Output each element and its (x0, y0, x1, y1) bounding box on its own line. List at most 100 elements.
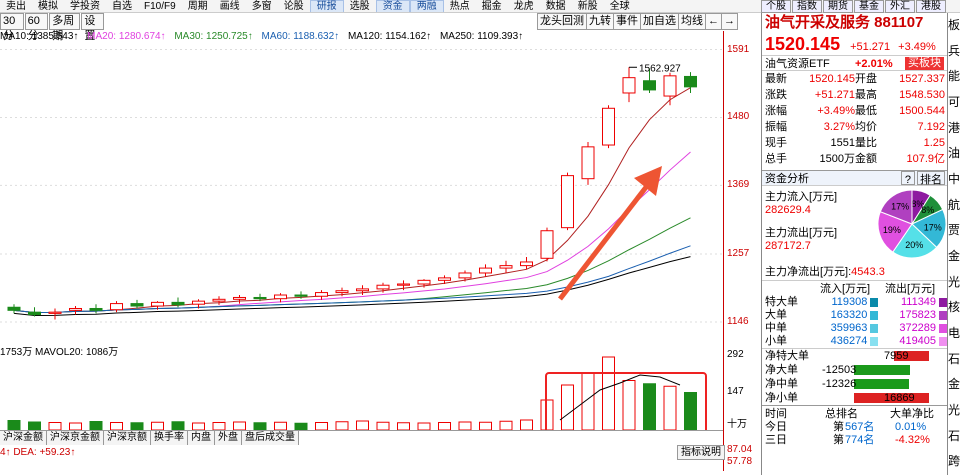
flow-out: 372289 (899, 322, 937, 334)
flow-key: 小单 (765, 335, 787, 347)
sector-link[interactable]: 光 (948, 270, 960, 296)
sector-link[interactable]: 跨 (948, 449, 960, 475)
market-tab[interactable]: 个股 (761, 0, 791, 13)
flow-out: 419405 (899, 335, 937, 347)
quote-key: 最新 (765, 73, 787, 85)
etf-name[interactable]: 油气资源ETF (765, 56, 855, 70)
candle-body (233, 296, 246, 300)
mavol-line (559, 374, 681, 421)
sector-link[interactable]: 贾 (948, 218, 960, 244)
fund-pie: 8%8%17%20%19%17% (877, 189, 947, 259)
market-tab[interactable]: 期货 (823, 0, 853, 13)
quote-value: 107.9亿 (906, 153, 945, 165)
chart-tool[interactable]: 均线 (678, 13, 706, 30)
menu-item[interactable]: 多窗 (246, 0, 278, 12)
menu-item[interactable]: 画线 (214, 0, 246, 12)
high-label: 1562.927 (639, 63, 681, 74)
quote-value: +51.271 (814, 89, 855, 101)
indicator-tab[interactable]: 内盘 (188, 431, 215, 445)
chart-tool[interactable]: 九转 (586, 13, 614, 30)
menu-item[interactable]: 新股 (572, 0, 604, 12)
rank-ratio: -4.32% (895, 434, 930, 446)
period-tab[interactable]: 60分 (24, 13, 49, 42)
indicator-tab[interactable]: 沪深京额 (104, 431, 151, 445)
menu-item[interactable]: 模拟 (32, 0, 64, 12)
candle-body (602, 107, 615, 146)
menu-item[interactable]: 周期 (182, 0, 214, 12)
chart-tool[interactable]: 事件 (613, 13, 641, 30)
sector-link[interactable]: 港 (948, 116, 960, 142)
chart-tool[interactable]: → (721, 13, 738, 30)
outflow-value: 287172.7 (765, 240, 811, 252)
candle-body (171, 301, 185, 306)
menu-item[interactable]: F10/F9 (138, 0, 182, 12)
menu-item[interactable]: 学投资 (64, 0, 106, 12)
sector-link[interactable]: 金 (948, 372, 960, 398)
market-tab[interactable]: 基金 (854, 0, 884, 13)
chart-tool[interactable]: ← (705, 13, 722, 30)
flow-in: 436274 (830, 335, 868, 347)
fund-help-button[interactable]: ? (900, 171, 915, 186)
fund-title: 资金分析 (765, 173, 809, 185)
sector-link[interactable]: 航 (948, 193, 960, 219)
fund-rank-button[interactable]: 排名 (917, 171, 945, 186)
indicator-tab[interactable]: 换手率 (151, 431, 188, 445)
rank-value: 567名 (845, 421, 875, 433)
menu-item[interactable]: 数据 (540, 0, 572, 12)
sector-link[interactable]: 可 (948, 90, 960, 116)
indicator-tab[interactable]: 盘后成交量 (242, 431, 299, 445)
sector-link[interactable]: 兵 (948, 39, 960, 65)
menu-item[interactable]: 热点 (444, 0, 476, 12)
volume-chart[interactable] (0, 355, 723, 430)
volume-tick: 292 (727, 349, 744, 360)
sector-link[interactable]: 光 (948, 398, 960, 424)
menu-item[interactable]: 资金 (375, 0, 410, 12)
flow-in-swatch (870, 298, 879, 307)
period-tab[interactable]: 30分 (0, 13, 24, 42)
pie-label: 17% (891, 202, 909, 212)
chart-tool[interactable]: 加自选 (640, 13, 679, 30)
menu-item[interactable]: 龙虎 (508, 0, 540, 12)
sector-link[interactable]: 核 (948, 295, 960, 321)
volume-bar (684, 392, 697, 430)
chart-tool[interactable]: 龙头回测 (537, 13, 587, 30)
menu-item[interactable]: 自选 (106, 0, 138, 12)
market-tab[interactable]: 指数 (792, 0, 822, 13)
sector-link[interactable]: 石 (948, 424, 960, 450)
indicator-tab[interactable]: 沪深京金额 (47, 431, 104, 445)
rank-time: 三日 (765, 434, 787, 446)
macd-header: 4↑ DEA: +59.23↑ (0, 447, 76, 458)
menu-item[interactable]: 掘金 (476, 0, 508, 12)
period-tab[interactable]: 设置 (81, 13, 104, 42)
ma60-value: MA60: 1188.632↑ (261, 31, 340, 42)
sector-link[interactable]: 金 (948, 244, 960, 270)
sector-link[interactable]: 能 (948, 64, 960, 90)
menu-item[interactable]: 研报 (309, 0, 344, 12)
net-key: 净中单 (765, 378, 798, 390)
candle-body (335, 290, 349, 294)
indicator-tab[interactable]: 沪深金额 (0, 431, 47, 445)
sector-link[interactable]: 石 (948, 347, 960, 373)
indicator-help-button[interactable]: 指标说明 (677, 445, 725, 460)
kline-chart[interactable]: 1562.927 (0, 44, 723, 344)
flow-in-swatch (870, 324, 879, 333)
buy-sector-button[interactable]: 买板块 (905, 57, 944, 70)
menu-item[interactable]: 全球 (604, 0, 636, 12)
sector-link[interactable]: 油 (948, 141, 960, 167)
menu-item[interactable]: 两融 (409, 0, 444, 12)
menu-item[interactable]: 选股 (344, 0, 376, 12)
sector-link[interactable]: 电 (948, 321, 960, 347)
period-tab[interactable]: 多周期 (49, 13, 81, 42)
rank-header: 时间 总排名 大单净比 (762, 405, 947, 421)
market-tab[interactable]: 外汇 (885, 0, 915, 13)
menu-item[interactable]: 论股 (278, 0, 310, 12)
market-tab[interactable]: 港股 (916, 0, 946, 13)
sector-link[interactable]: 板 (948, 13, 960, 39)
indicator-tab[interactable]: 外盘 (215, 431, 242, 445)
sector-link[interactable]: 中 (948, 167, 960, 193)
candle-body (110, 303, 123, 311)
menu-item[interactable]: 卖出 (0, 0, 32, 12)
candle-body (397, 283, 410, 286)
volume-bar (192, 422, 205, 430)
sector-strip: 板兵能可港油中航贾金光核电石金光石跨 (947, 13, 960, 475)
